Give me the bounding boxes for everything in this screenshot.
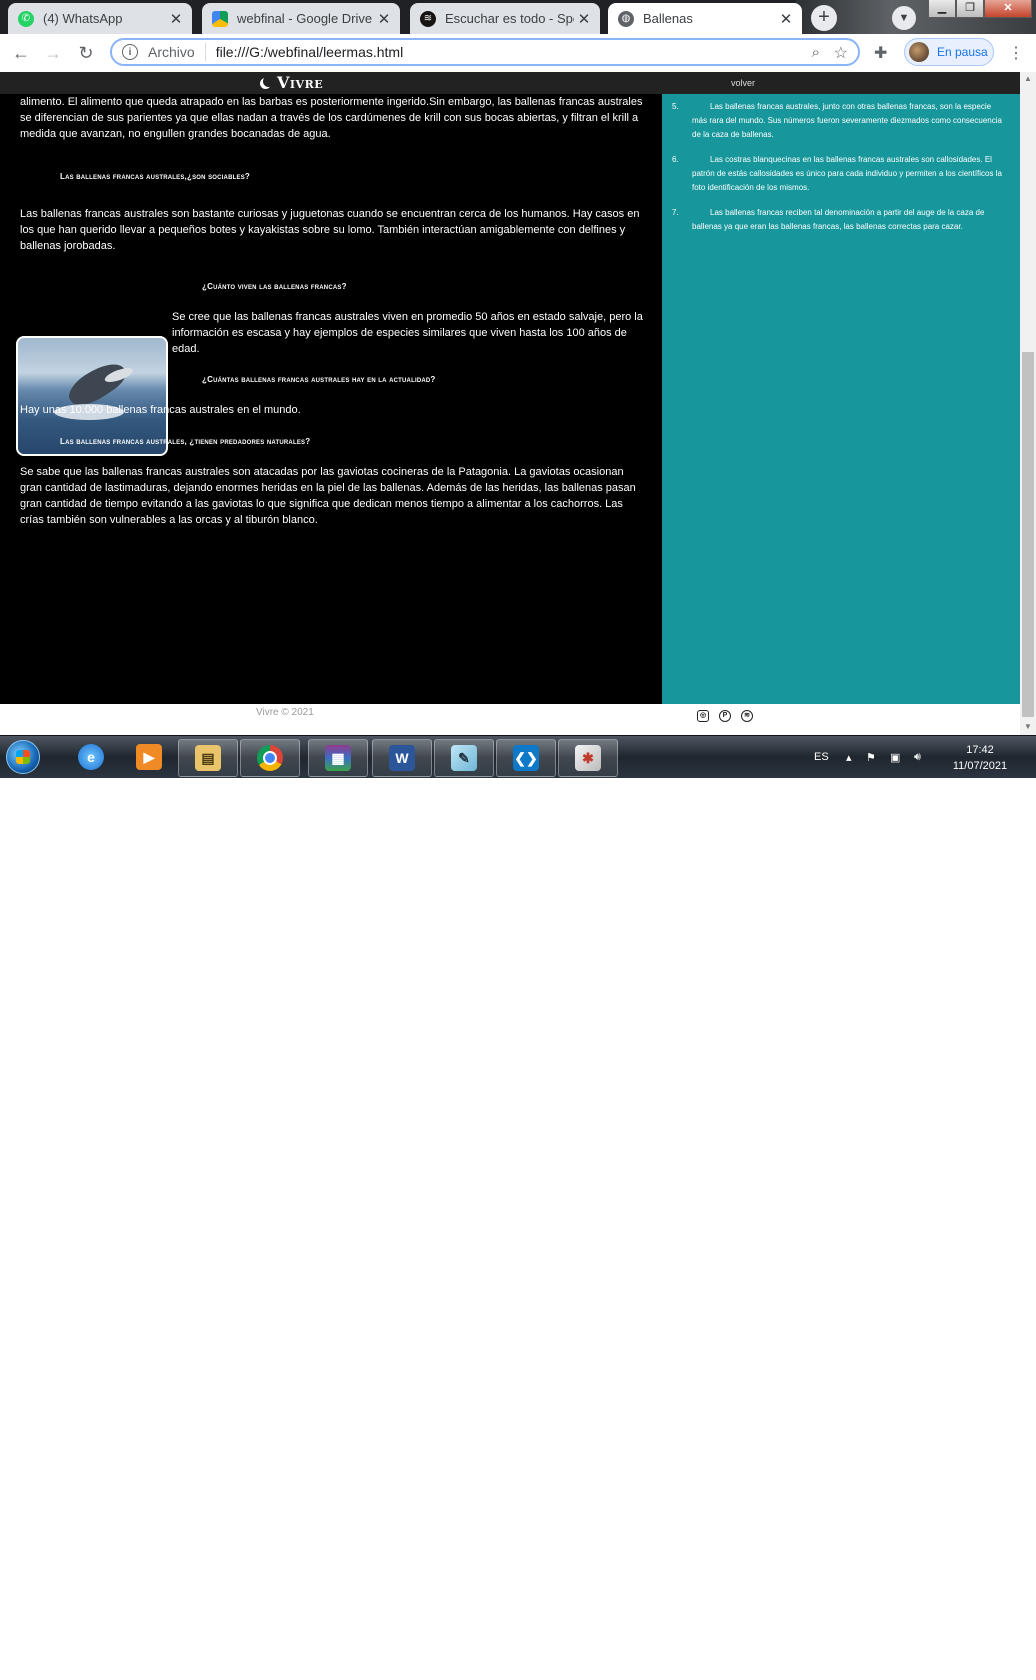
paint-icon[interactable]: ✱ (558, 739, 618, 777)
language-indicator[interactable]: ES (814, 736, 829, 778)
restore-button[interactable]: ❐ (956, 0, 984, 18)
section-paragraph: Se sabe que las ballenas francas austral… (20, 466, 636, 526)
extensions-puzzle-icon[interactable]: ✚ (874, 43, 887, 63)
vscode-icon[interactable]: ❮❯ (496, 739, 556, 777)
close-icon[interactable]: ✕ (374, 10, 394, 28)
fact-number: 6. (672, 155, 679, 164)
close-icon[interactable]: ✕ (776, 10, 796, 28)
spotify-icon: ≋ (420, 10, 436, 27)
tab-search-button[interactable]: ▼ (892, 6, 916, 30)
section-paragraph: Se cree que las ballenas francas austral… (172, 311, 643, 355)
section-paragraph: Hay unas 10.000 ballenas francas austral… (20, 404, 301, 416)
volver-link[interactable]: volver (731, 78, 755, 88)
browser-tabstrip: ✆ (4) WhatsApp ✕ webfinal - Google Drive… (0, 0, 1036, 34)
tab-spotify[interactable]: ≋ Escuchar es todo - Spotify ✕ (410, 3, 600, 34)
close-window-button[interactable]: ✕ (984, 0, 1032, 18)
window-controls: ▁ ❐ ✕ (928, 0, 1032, 18)
profile-label: En pausa (937, 45, 988, 59)
site-footer: Vivre © 2021 ◎ P ≋ (0, 704, 1020, 735)
brand-logo[interactable]: Vivre (260, 73, 323, 92)
tab-label: Ballenas (643, 11, 693, 26)
fact-item: 7. Las ballenas francas reciben tal deno… (672, 206, 1002, 234)
avatar (909, 42, 929, 62)
site-navbar: Vivre volver (0, 72, 1020, 94)
scroll-up-arrow-icon[interactable]: ▲ (1024, 74, 1032, 83)
winrar-icon[interactable]: ▦ (308, 739, 368, 777)
footer-copyright: Vivre © 2021 (256, 707, 314, 718)
fact-text: Las ballenas francas australes, junto co… (692, 102, 1002, 139)
show-hidden-icons-icon[interactable]: ▴ (846, 736, 852, 778)
tab-label: webfinal - Google Drive (237, 11, 373, 26)
fact-text: Las ballenas francas reciben tal denomin… (692, 208, 985, 231)
section-heading: ¿Cuánto viven las ballenas francas? (202, 282, 347, 291)
fact-item: 5. Las ballenas francas australes, junto… (672, 100, 1002, 142)
chrome-icon[interactable] (240, 739, 300, 777)
address-scheme: Archivo (148, 44, 195, 60)
system-clock[interactable]: 17:42 11/07/2021 (940, 742, 1020, 774)
forward-arrow-icon[interactable]: → (42, 42, 64, 64)
brand-name: Vivre (277, 73, 324, 92)
info-icon[interactable]: i (122, 44, 138, 60)
instagram-icon[interactable]: ◎ (697, 710, 709, 722)
reload-icon[interactable]: ↻ (75, 42, 97, 64)
minimize-button[interactable]: ▁ (928, 0, 956, 18)
page-viewport: Vivre volver alimento. El alimento que q… (0, 72, 1020, 735)
address-url[interactable]: file:///G:/webfinal/leermas.html (216, 44, 404, 60)
page-scrollbar[interactable]: ▲ ▼ (1020, 72, 1036, 735)
close-icon[interactable]: ✕ (574, 10, 594, 28)
whatsapp-icon: ✆ (18, 10, 34, 27)
fact-number: 7. (672, 208, 679, 217)
profile-button[interactable]: En pausa (904, 38, 994, 66)
globe-icon: ◍ (618, 10, 634, 27)
section-paragraph: Las ballenas francas australes son basta… (20, 208, 640, 252)
section-heading: ¿Cuántas ballenas francas australes hay … (202, 375, 436, 384)
browser-toolbar: ← → ↻ i Archivo file:///G:/webfinal/leer… (0, 34, 1036, 73)
bookmark-star-icon[interactable]: ☆ (834, 43, 848, 63)
address-separator (204, 43, 206, 61)
language-label: ES (814, 751, 829, 763)
fact-text: Las costras blanquecinas en las ballenas… (692, 155, 1002, 192)
fact-item: 6. Las costras blanquecinas en las balle… (672, 153, 1002, 195)
close-icon[interactable]: ✕ (166, 10, 186, 28)
social-links: ◎ P ≋ (697, 710, 753, 722)
scroll-down-arrow-icon[interactable]: ▼ (1024, 722, 1032, 731)
spotify-icon[interactable]: ≋ (741, 710, 753, 722)
address-bar[interactable]: i Archivo file:///G:/webfinal/leermas.ht… (110, 38, 860, 66)
back-arrow-icon[interactable]: ← (10, 42, 32, 64)
clock-date: 11/07/2021 (952, 760, 1008, 772)
fact-number: 5. (672, 102, 679, 111)
windows-logo-icon (16, 750, 30, 764)
action-center-flag-icon[interactable]: ⚑ (866, 736, 876, 778)
tab-ballenas[interactable]: ◍ Ballenas ✕ (608, 3, 802, 34)
media-player-icon[interactable]: ▶ (120, 739, 178, 775)
google-drive-icon (212, 10, 228, 27)
network-icon[interactable]: ▣ (890, 736, 900, 778)
word-icon[interactable]: W (372, 739, 432, 777)
new-tab-button[interactable]: + (811, 5, 837, 31)
tab-google-drive[interactable]: webfinal - Google Drive ✕ (202, 3, 400, 34)
facts-sidebar: 5. Las ballenas francas australes, junto… (662, 94, 1020, 704)
pinterest-icon[interactable]: P (719, 710, 731, 722)
scrollbar-thumb[interactable] (1022, 352, 1034, 717)
tab-label: (4) WhatsApp (43, 11, 123, 26)
zoom-icon[interactable]: ⌕ (812, 44, 820, 61)
tab-whatsapp[interactable]: ✆ (4) WhatsApp ✕ (8, 3, 192, 34)
section-heading: Las ballenas francas australes, ¿tienen … (60, 437, 311, 446)
file-explorer-icon[interactable]: ▤ (178, 739, 238, 777)
section-heading: Las ballenas francas australes,¿son soci… (60, 172, 250, 181)
volume-icon[interactable]: 🔊︎ (914, 736, 921, 778)
intro-paragraph: alimento. El alimento que queda atrapado… (20, 96, 643, 140)
tab-label: Escuchar es todo - Spotify (445, 11, 574, 26)
main-content: alimento. El alimento que queda atrapado… (0, 94, 662, 704)
moon-icon (263, 76, 274, 87)
internet-explorer-icon[interactable]: e (62, 739, 120, 775)
notepad-icon[interactable]: ✎ (434, 739, 494, 777)
clock-time: 17:42 (966, 744, 994, 756)
windows-taskbar: e ▶ ▤ ▦ W ✎ ❮❯ ✱ ES ▴ ⚑ ▣ 🔊︎ 17:42 11/07… (0, 735, 1036, 778)
more-menu-icon[interactable]: ⋮ (1008, 43, 1024, 63)
start-button[interactable] (6, 740, 40, 774)
